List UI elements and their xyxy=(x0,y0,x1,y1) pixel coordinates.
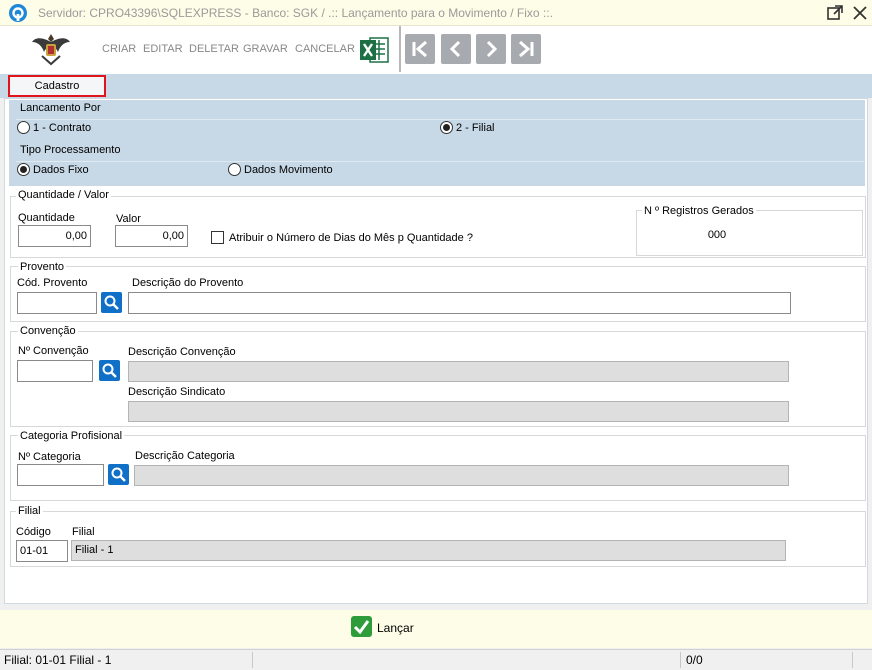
provento-search-button[interactable] xyxy=(101,292,122,313)
desc-categoria-label: Descrição Categoria xyxy=(135,450,235,462)
status-separator xyxy=(680,652,681,668)
divider xyxy=(16,119,864,120)
dados-fixo-radio-label[interactable]: Dados Fixo xyxy=(33,164,89,176)
lancar-button[interactable]: Lançar xyxy=(351,616,417,638)
convencao-label: Convenção xyxy=(18,325,78,337)
tab-strip xyxy=(0,74,872,98)
cod-provento-label: Cód. Provento xyxy=(17,277,88,289)
filial-radio-label[interactable]: 2 - Filial xyxy=(456,122,495,134)
valor-input[interactable]: 0,00 xyxy=(115,225,188,247)
num-categoria-label: Nº Categoria xyxy=(18,451,81,463)
status-filial: Filial: 01-01 Filial - 1 xyxy=(4,653,112,667)
lancamento-label: Lancamento Por xyxy=(20,102,101,114)
tab-cadastro[interactable]: Cadastro xyxy=(8,75,106,97)
previous-record-button[interactable] xyxy=(441,34,471,64)
search-icon xyxy=(104,295,119,310)
window-title: Servidor: CPRO43396\SQLEXPRESS - Banco: … xyxy=(38,6,553,20)
cancel-button[interactable]: CANCELAR xyxy=(295,43,355,55)
popout-icon[interactable] xyxy=(825,3,845,23)
create-button[interactable]: CRIAR xyxy=(102,43,136,55)
atribuir-dias-label[interactable]: Atribuir o Número de Dias do Mês p Quant… xyxy=(229,232,473,244)
filial-name-label: Filial xyxy=(72,526,95,538)
eagle-crest-logo xyxy=(32,34,70,66)
status-records: 0/0 xyxy=(686,653,703,667)
registros-label: N º Registros Gerados xyxy=(642,205,756,217)
close-icon[interactable] xyxy=(850,3,870,23)
convencao-search-button[interactable] xyxy=(99,360,120,381)
options-band xyxy=(9,100,865,186)
edit-button[interactable]: EDITAR xyxy=(143,43,183,55)
contrato-radio-label[interactable]: 1 - Contrato xyxy=(33,122,91,134)
dados-movimento-radio-label[interactable]: Dados Movimento xyxy=(244,164,333,176)
dados-fixo-radio[interactable] xyxy=(17,163,30,176)
next-record-icon xyxy=(486,40,498,58)
save-button[interactable]: GRAVAR xyxy=(243,43,288,55)
previous-record-icon xyxy=(449,40,461,58)
delete-button[interactable]: DELETAR xyxy=(189,43,239,55)
contrato-radio[interactable] xyxy=(17,121,30,134)
footer-bar xyxy=(0,610,872,648)
first-record-icon xyxy=(412,40,427,58)
check-icon xyxy=(351,616,372,637)
divider xyxy=(16,161,864,162)
categoria-label: Categoria Profisional xyxy=(18,430,125,442)
status-bar xyxy=(0,649,872,670)
atribuir-dias-checkbox[interactable] xyxy=(211,231,224,244)
codigo-input[interactable]: 01-01 xyxy=(16,540,68,562)
filial-radio[interactable] xyxy=(440,121,453,134)
next-record-button[interactable] xyxy=(476,34,506,64)
num-convencao-input[interactable] xyxy=(17,360,93,382)
num-categoria-input[interactable] xyxy=(17,464,104,486)
title-bar: Servidor: CPRO43396\SQLEXPRESS - Banco: … xyxy=(0,0,872,26)
num-convencao-label: Nº Convenção xyxy=(18,345,89,357)
dados-movimento-radio[interactable] xyxy=(228,163,241,176)
first-record-button[interactable] xyxy=(405,34,435,64)
desc-provento-input[interactable] xyxy=(128,292,791,314)
registros-value: 000 xyxy=(707,229,727,241)
cod-provento-input[interactable] xyxy=(17,292,97,314)
tipo-label: Tipo Processamento xyxy=(20,144,121,156)
search-icon xyxy=(102,363,117,378)
desc-convencao-label: Descrição Convenção xyxy=(128,346,236,358)
toolbar-separator xyxy=(399,26,401,72)
last-record-button[interactable] xyxy=(511,34,541,64)
quantidade-input[interactable]: 0,00 xyxy=(18,225,91,247)
filial-group-label: Filial xyxy=(16,505,43,517)
quantidade-label: Quantidade xyxy=(18,212,75,224)
quantidade-valor-label: Quantidade / Valor xyxy=(16,189,111,201)
provento-label: Provento xyxy=(18,261,67,273)
last-record-icon xyxy=(519,40,534,58)
search-icon xyxy=(111,467,126,482)
desc-provento-label: Descrição do Provento xyxy=(132,277,244,289)
desc-categoria-field xyxy=(134,465,789,486)
excel-icon[interactable] xyxy=(358,35,390,65)
lancar-label: Lançar xyxy=(377,621,414,635)
filial-name-field: Filial - 1 xyxy=(71,540,786,561)
codigo-label: Código xyxy=(16,526,51,538)
categoria-search-button[interactable] xyxy=(108,464,129,485)
status-separator xyxy=(852,652,853,668)
desc-sindicato-label: Descrição Sindicato xyxy=(128,386,226,398)
toolbar: CRIAR EDITAR DELETAR GRAVAR CANCELAR xyxy=(0,26,872,74)
desc-convencao-field xyxy=(128,361,789,382)
desc-sindicato-field xyxy=(128,401,789,422)
status-separator xyxy=(252,652,253,668)
valor-label: Valor xyxy=(116,213,141,225)
app-logo-icon xyxy=(9,4,27,22)
